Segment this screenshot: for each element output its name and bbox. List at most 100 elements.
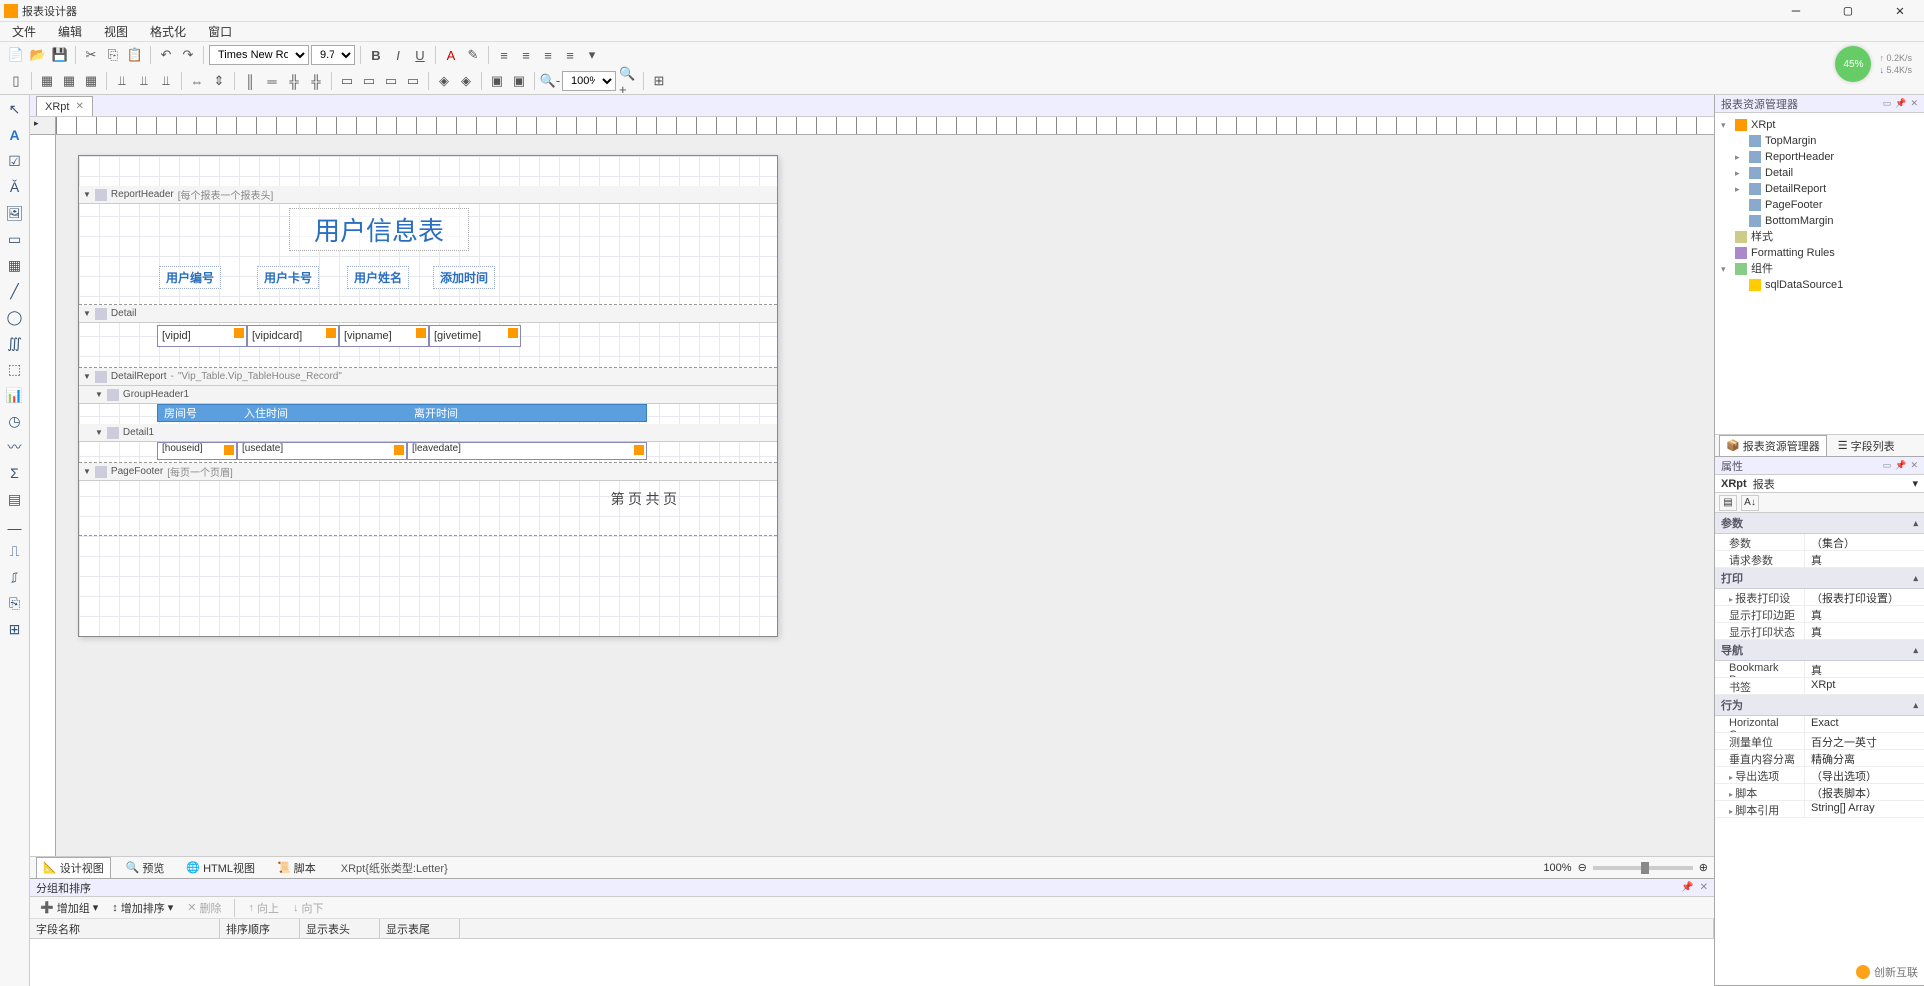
detail-table-row[interactable]: [vipid] [vipidcard] [vipname] [givetime] xyxy=(157,325,717,347)
calc-tool[interactable]: Σ xyxy=(5,463,25,483)
size1-icon[interactable]: ▭ xyxy=(337,71,357,91)
move-up-button[interactable]: ↑向上 xyxy=(244,899,283,917)
align-grid1-icon[interactable]: ▦ xyxy=(37,71,57,91)
redo-icon[interactable]: ↷ xyxy=(178,45,198,65)
sparkline-tool[interactable]: 〰 xyxy=(5,437,25,457)
prop-row[interactable]: 脚本（报表脚本） xyxy=(1715,784,1924,801)
prop-row[interactable]: Bookmark Dup真 xyxy=(1715,661,1924,678)
maximize-button[interactable]: ▢ xyxy=(1828,3,1868,19)
band-detailreport[interactable]: ▼ DetailReport - "Vip_Table.Vip_TableHou… xyxy=(79,368,777,386)
props-alpha-icon[interactable]: A↓ xyxy=(1741,495,1759,511)
windows-icon[interactable]: ⊞ xyxy=(649,71,669,91)
close-button[interactable]: ✕ xyxy=(1880,3,1920,19)
bring-front-icon[interactable]: ▣ xyxy=(487,71,507,91)
add-group-button[interactable]: ➕增加组▾ xyxy=(36,899,102,917)
minimize-button[interactable]: — xyxy=(1776,3,1816,19)
panel-fill-icon[interactable]: ▭ xyxy=(1883,98,1892,109)
zoom-out-icon[interactable]: 🔍- xyxy=(540,71,560,91)
detail1-row[interactable]: [houseid] [usedate] [leavedate] xyxy=(157,442,647,460)
checkbox-tool[interactable]: ☑ xyxy=(5,151,25,171)
binding-icon[interactable] xyxy=(394,445,404,455)
italic-icon[interactable]: I xyxy=(388,45,408,65)
fieldlist-tab[interactable]: ☰字段列表 xyxy=(1831,435,1902,457)
report-page[interactable]: ▼ ReportHeader [每个报表一个报表头] 用户信息表 用户编号 用户… xyxy=(78,155,778,637)
line-tool[interactable]: ╱ xyxy=(5,281,25,301)
send-back-icon[interactable]: ▯ xyxy=(6,71,26,91)
band-detail[interactable]: ▼ Detail xyxy=(79,305,777,323)
panel-close-icon[interactable]: ✕ xyxy=(1910,460,1918,471)
highlight-icon[interactable]: ✎ xyxy=(463,45,483,65)
pagebreak-tool[interactable]: ⎼ xyxy=(5,515,25,535)
prop-category[interactable]: 行为▴ xyxy=(1715,695,1924,716)
binding-icon[interactable] xyxy=(224,445,234,455)
binding-icon[interactable] xyxy=(416,328,426,338)
move-down-button[interactable]: ↓向下 xyxy=(289,899,328,917)
dist3-icon[interactable]: ╬ xyxy=(284,71,304,91)
binding-icon[interactable] xyxy=(634,445,644,455)
bold-icon[interactable]: B xyxy=(366,45,386,65)
menu-file[interactable]: 文件 xyxy=(8,21,40,42)
align-grid2-icon[interactable]: ▦ xyxy=(59,71,79,91)
size3-icon[interactable]: ▭ xyxy=(381,71,401,91)
size4-icon[interactable]: ▭ xyxy=(403,71,423,91)
menu-edit[interactable]: 编辑 xyxy=(54,21,86,42)
panel-pin-icon[interactable]: 📌 xyxy=(1895,460,1906,471)
size2-icon[interactable]: ▭ xyxy=(359,71,379,91)
panel-tool[interactable]: ▭ xyxy=(5,229,25,249)
panel-close-icon[interactable]: ✕ xyxy=(1700,882,1708,893)
crossband2-tool[interactable]: ⎎ xyxy=(5,567,25,587)
align-grid3-icon[interactable]: ▦ xyxy=(81,71,101,91)
fontcolor-icon[interactable]: A xyxy=(441,45,461,65)
view-tab-script[interactable]: 📜脚本 xyxy=(270,857,323,879)
designer-canvas[interactable]: ▸ ▼ ReportHeader [每个报表一个报表头] xyxy=(30,117,1714,856)
align-right-icon[interactable]: ≡ xyxy=(538,45,558,65)
hdr-col-card[interactable]: 用户卡号 xyxy=(257,266,319,289)
zipcode-tool[interactable]: ⬚ xyxy=(5,359,25,379)
space-h-icon[interactable]: ⇔ xyxy=(187,71,207,91)
menu-view[interactable]: 视图 xyxy=(100,21,132,42)
prop-row[interactable]: 显示打印状态真 xyxy=(1715,623,1924,640)
prop-row[interactable]: 垂直内容分离精确分离 xyxy=(1715,750,1924,767)
picture-tool[interactable]: 🖼 xyxy=(5,203,25,223)
gauge-tool[interactable]: ◷ xyxy=(5,411,25,431)
doc-tab[interactable]: XRpt✕ xyxy=(36,96,93,116)
band-reportheader[interactable]: ▼ ReportHeader [每个报表一个报表头] xyxy=(79,186,777,204)
undo-icon[interactable]: ↶ xyxy=(156,45,176,65)
tab-close-icon[interactable]: ✕ xyxy=(75,101,83,112)
pageinfo-tool[interactable]: ▤ xyxy=(5,489,25,509)
prop-row[interactable]: 参数（集合） xyxy=(1715,534,1924,551)
report-title-label[interactable]: 用户信息表 xyxy=(289,208,469,251)
prop-row[interactable]: 导出选项（导出选项） xyxy=(1715,767,1924,784)
menu-window[interactable]: 窗口 xyxy=(204,21,236,42)
align-center-icon[interactable]: ≡ xyxy=(516,45,536,65)
align-more-icon[interactable]: ▾ xyxy=(582,45,602,65)
subreport-tool[interactable]: ⎘ xyxy=(5,593,25,613)
save-icon[interactable]: 💾 xyxy=(50,45,70,65)
binding-icon[interactable] xyxy=(326,328,336,338)
props-object-select[interactable]: XRpt 报表 ▾ xyxy=(1715,475,1924,493)
fontsize-select[interactable]: 9.75 xyxy=(311,45,355,65)
table-tool[interactable]: ▦ xyxy=(5,255,25,275)
hdr-col-time[interactable]: 添加时间 xyxy=(433,266,495,289)
shape-tool[interactable]: ◯ xyxy=(5,307,25,327)
delete-button[interactable]: ✕删除 xyxy=(183,899,225,917)
group-header-row[interactable]: 房间号 入住时间 离开时间 xyxy=(157,404,647,422)
label-tool[interactable]: A xyxy=(5,125,25,145)
explorer-tree[interactable]: ▾XRpt TopMargin ▸ReportHeader ▸Detail ▸D… xyxy=(1715,113,1924,434)
view-tab-html[interactable]: 🌐HTML视图 xyxy=(179,857,262,879)
hdr-col-id[interactable]: 用户编号 xyxy=(159,266,221,289)
zoom-slider[interactable] xyxy=(1593,866,1693,870)
richtext-tool[interactable]: Ǎ xyxy=(5,177,25,197)
prop-row[interactable]: 请求参数真 xyxy=(1715,551,1924,568)
new-icon[interactable]: 📄 xyxy=(6,45,26,65)
prop-row[interactable]: 报表打印设置（报表打印设置） xyxy=(1715,589,1924,606)
prop-category[interactable]: 导航▴ xyxy=(1715,640,1924,661)
align-h2-icon[interactable]: ⫫ xyxy=(134,71,154,91)
pin-icon[interactable]: 📌 xyxy=(1681,882,1693,893)
binding-icon[interactable] xyxy=(234,328,244,338)
align-left-icon[interactable]: ≡ xyxy=(494,45,514,65)
zoom-minus-icon[interactable]: ⊖ xyxy=(1578,861,1587,874)
copy-icon[interactable]: ⎘ xyxy=(103,45,123,65)
menu-format[interactable]: 格式化 xyxy=(146,21,190,42)
page-info-label[interactable]: 第 页 共 页 xyxy=(611,489,678,509)
